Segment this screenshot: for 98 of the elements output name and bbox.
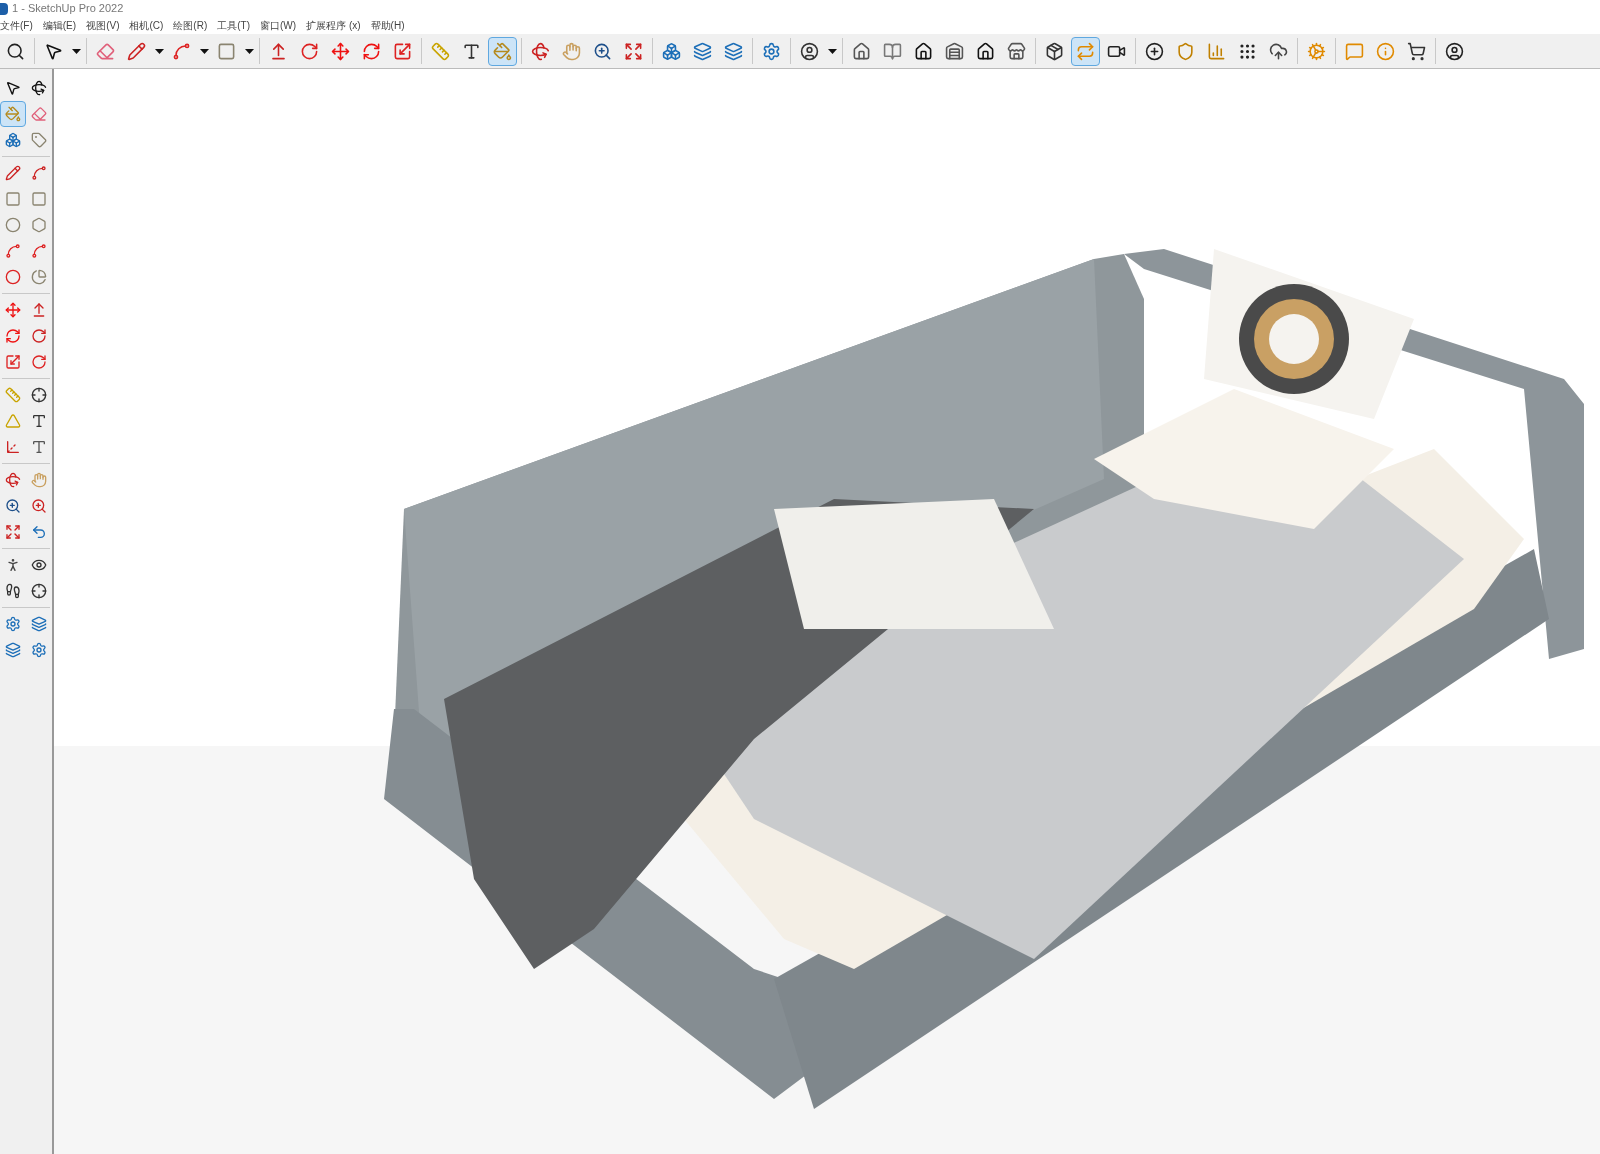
eye-icon: [31, 557, 47, 573]
polygon-icon: [31, 217, 47, 233]
section-plane-icon: [31, 583, 47, 599]
orbit-icon: [5, 472, 21, 488]
pan-hand-icon: [31, 472, 47, 488]
zoom-extents-icon: [5, 524, 21, 540]
footprints-icon: [5, 583, 21, 599]
arc-icon: [31, 243, 47, 259]
follow-me-icon: [300, 41, 319, 61]
book-icon: [883, 41, 902, 61]
push-pull-icon: [269, 41, 288, 61]
stack-icon: [5, 642, 21, 658]
arc-icon: [5, 243, 21, 259]
cloud-upload-icon: [1269, 41, 1288, 61]
store-icon: [1007, 41, 1026, 61]
scale-icon: [5, 354, 21, 370]
cart-icon: [1407, 41, 1426, 61]
zoom-icon: [6, 41, 25, 61]
gear-icon: [762, 41, 781, 61]
shield-icon: [1176, 41, 1195, 61]
eraser-icon: [31, 106, 47, 122]
pan-hand-icon: [562, 41, 581, 61]
rotated-rectangle-icon: [31, 191, 47, 207]
stack-icon: [724, 41, 743, 61]
window-title: 1 - SketchUp Pro 2022: [12, 1, 124, 17]
caret-icon: [199, 48, 209, 54]
tape-measure-icon: [5, 387, 21, 403]
plus-icon: [1145, 41, 1164, 61]
menu-item[interactable]: 窗口(W): [260, 18, 297, 33]
orbit-icon: [531, 41, 550, 61]
menu-item[interactable]: 帮助(H): [370, 18, 405, 33]
paint-bucket-icon: [493, 41, 512, 61]
caret-icon: [827, 48, 837, 54]
pencil-icon: [5, 165, 21, 181]
swap-icon: [1076, 41, 1095, 61]
scale-icon: [393, 41, 412, 61]
dots-grid-icon: [1238, 41, 1257, 61]
rotate-icon: [5, 328, 21, 344]
previous-view-icon: [31, 524, 47, 540]
menu-item[interactable]: 工具(T): [217, 18, 251, 33]
gear-icon: [31, 642, 47, 658]
package-icon: [1045, 41, 1064, 61]
pie-icon: [31, 269, 47, 285]
paint-bucket-icon: [5, 106, 21, 122]
component-icon: [5, 132, 21, 148]
zoom-icon: [593, 41, 612, 61]
select-arrow-icon: [44, 41, 63, 61]
freehand-icon: [31, 165, 47, 181]
rectangle-icon: [217, 41, 236, 61]
layers-icon: [693, 41, 712, 61]
arc-icon: [172, 41, 191, 61]
eraser-icon: [96, 41, 115, 61]
zoom-extents-icon: [624, 41, 643, 61]
text-icon: [31, 413, 47, 429]
caret-icon: [244, 48, 254, 54]
gears-icon: [1307, 41, 1326, 61]
protractor-icon: [5, 413, 21, 429]
house-icon: [976, 41, 995, 61]
menu-item[interactable]: 绘图(R): [173, 18, 208, 33]
menu-item[interactable]: 扩展程序 (x): [306, 18, 361, 33]
push-pull-icon: [31, 302, 47, 318]
layers-icon: [31, 616, 47, 632]
tape-measure-icon: [431, 41, 450, 61]
zoom-icon: [5, 498, 21, 514]
axes-icon: [5, 439, 21, 455]
warehouse-icon: [945, 41, 964, 61]
text-icon: [462, 41, 481, 61]
follow-me-icon: [31, 328, 47, 344]
menu-item[interactable]: 编辑(E): [42, 18, 77, 33]
menu-item[interactable]: 文件(F): [0, 18, 33, 33]
pencil-icon: [127, 41, 146, 61]
rectangle-icon: [5, 191, 21, 207]
user-icon: [1445, 41, 1464, 61]
chart-icon: [1207, 41, 1226, 61]
circle-icon: [5, 217, 21, 233]
user-icon: [800, 41, 819, 61]
house-icon: [914, 41, 933, 61]
menu-item[interactable]: 视图(V): [86, 18, 120, 33]
dimension-icon: [31, 387, 47, 403]
caret-icon: [71, 48, 81, 54]
arc-icon: [5, 269, 21, 285]
rotate-icon: [362, 41, 381, 61]
app-icon: [0, 2, 8, 15]
caret-icon: [154, 48, 164, 54]
orbit-icon: [31, 80, 47, 96]
tag-icon: [31, 132, 47, 148]
offset-icon: [31, 354, 47, 370]
move-icon: [331, 41, 350, 61]
zoom-window-icon: [31, 498, 47, 514]
menu-item[interactable]: 相机(C): [129, 18, 164, 33]
select-arrow-icon: [5, 80, 21, 96]
info-icon: [1376, 41, 1395, 61]
move-icon: [5, 302, 21, 318]
chat-icon: [1345, 41, 1364, 61]
walk-icon: [5, 557, 21, 573]
gear-icon: [5, 616, 21, 632]
house-icon: [852, 41, 871, 61]
3d-text-icon: [31, 439, 47, 455]
